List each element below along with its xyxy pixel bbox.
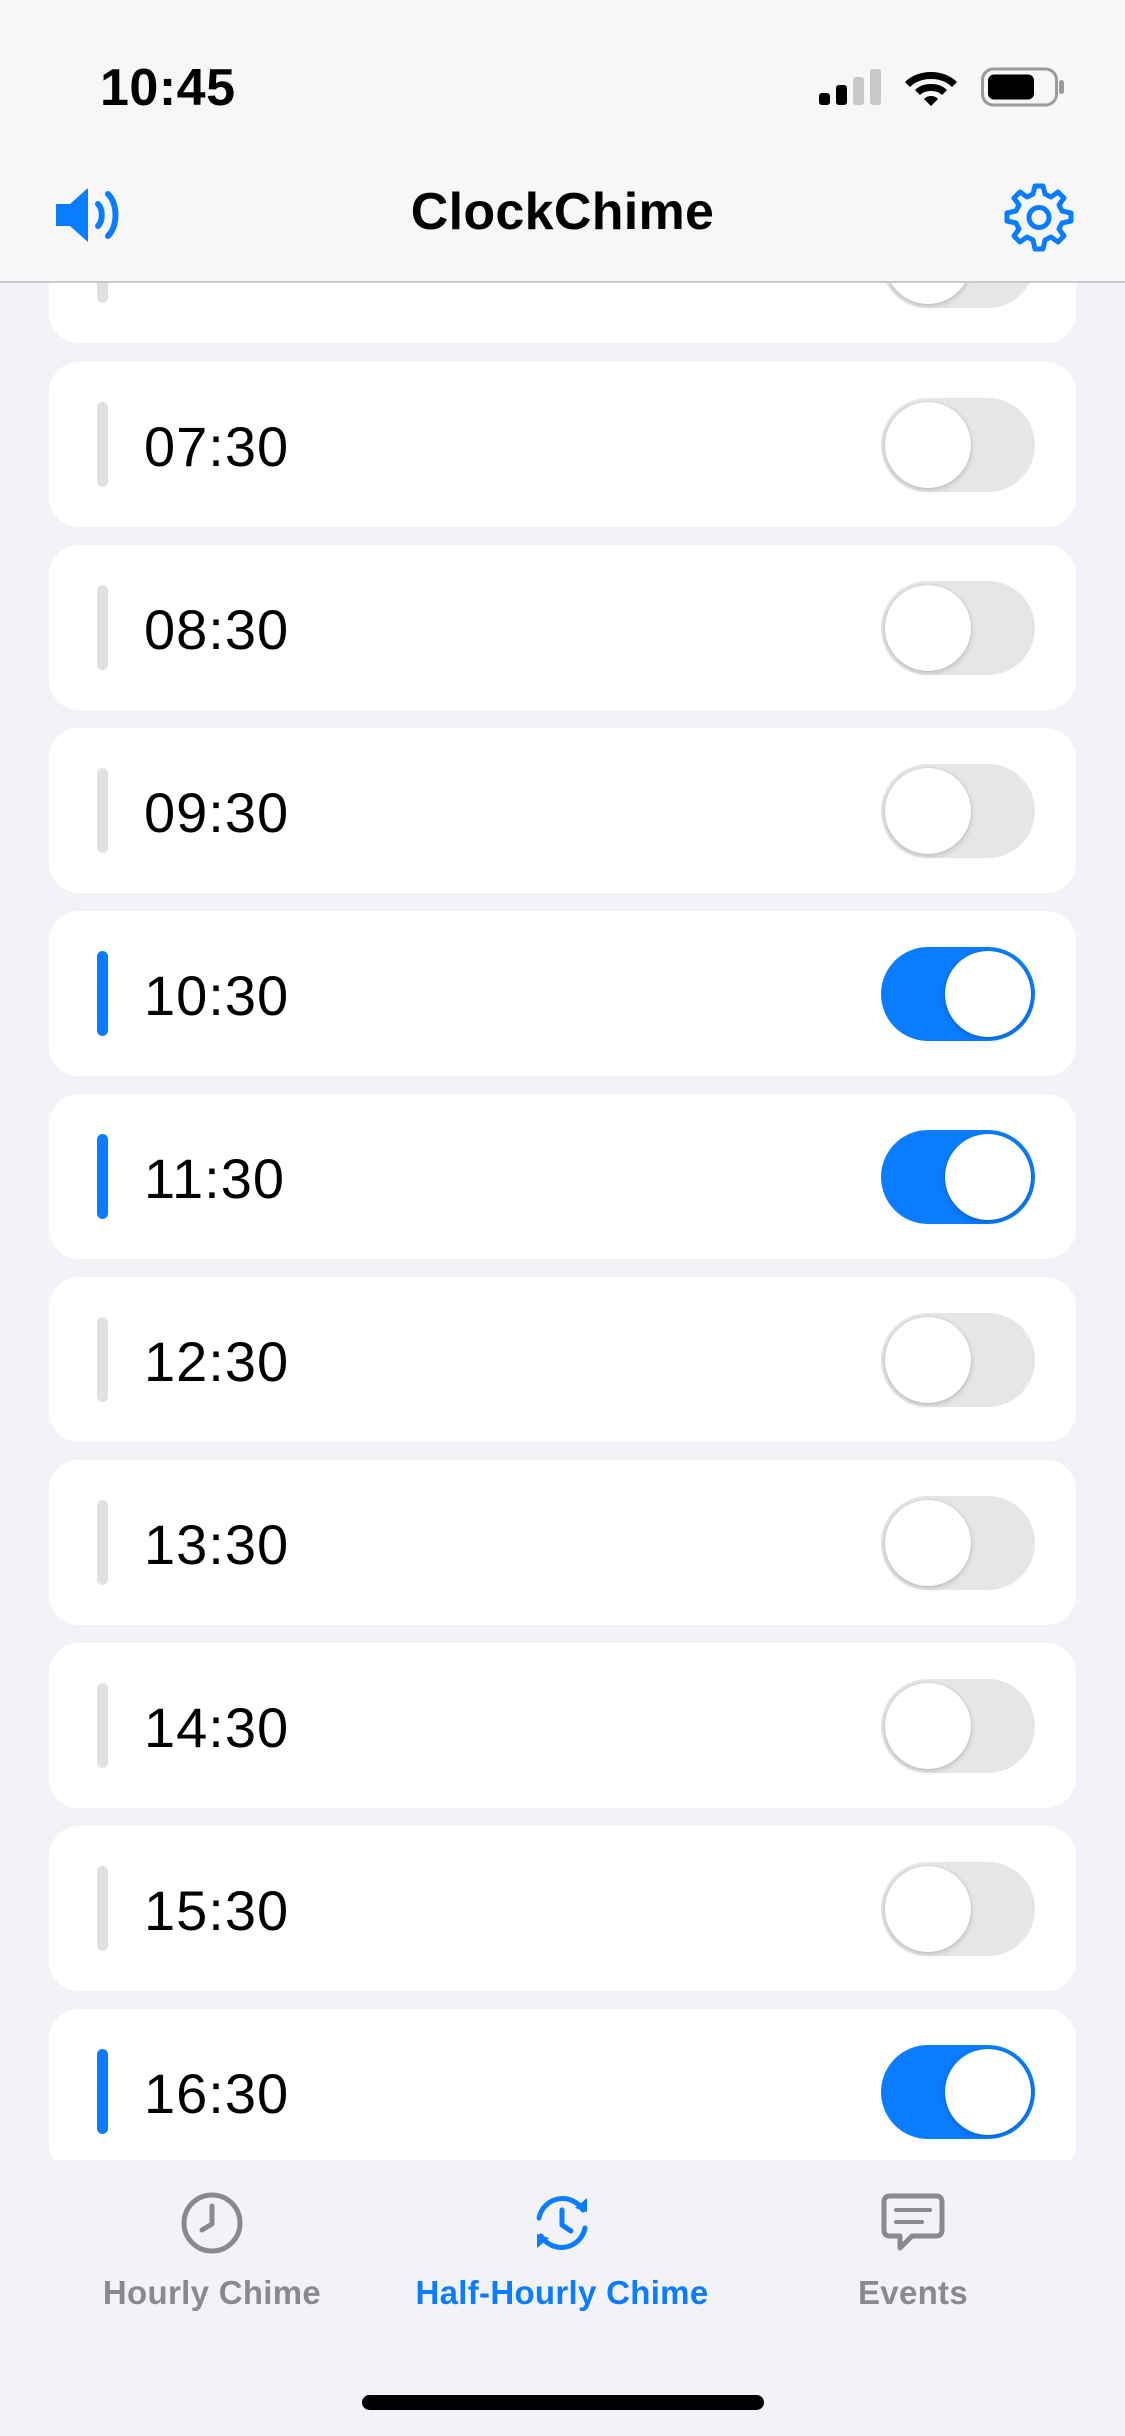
toggle-knob: [885, 585, 971, 671]
row-time-label: 13:30: [144, 1513, 290, 1576]
clock-icon: [181, 2192, 243, 2254]
chime-row: 11:30: [49, 1094, 1076, 1259]
row-toggle[interactable]: [881, 1679, 1035, 1773]
toggle-knob: [885, 402, 971, 488]
row-indicator: [97, 1683, 108, 1768]
row-toggle[interactable]: [881, 1496, 1035, 1590]
toggle-knob: [945, 951, 1031, 1037]
row-toggle[interactable]: [881, 398, 1035, 492]
row-time-label: 07:30: [144, 415, 290, 478]
row-time-label: 12:30: [144, 1330, 290, 1393]
chime-row: 09:30: [49, 728, 1076, 893]
toggle-knob: [945, 2049, 1031, 2135]
toggle-knob: [945, 1134, 1031, 1220]
status-time: 10:45: [100, 59, 236, 117]
home-indicator: [362, 2395, 764, 2410]
chime-row: 07:30: [49, 362, 1076, 527]
row-time-label: 16:30: [144, 2062, 290, 2125]
row-time-label: 15:30: [144, 1879, 290, 1942]
status-icons: [819, 62, 1065, 112]
row-time-label: 14:30: [144, 1696, 290, 1759]
cellular-signal-icon: [819, 69, 881, 105]
row-indicator: [97, 1866, 108, 1951]
toggle-knob: [885, 1317, 971, 1403]
row-indicator: [97, 951, 108, 1036]
row-toggle[interactable]: [881, 1313, 1035, 1407]
toggle-knob: [885, 1866, 971, 1952]
row-indicator: [97, 585, 108, 670]
row-indicator: [97, 2049, 108, 2134]
row-time-label: 11:30: [144, 1147, 285, 1210]
tab-label: Hourly Chime: [102, 2274, 322, 2311]
row-time-label: 09:30: [144, 781, 290, 844]
row-indicator: [97, 402, 108, 487]
screen: 06:30 07:30 08:30 09:30 10:30 11:30: [0, 0, 1125, 2436]
tab-hourly-chime[interactable]: Hourly Chime: [32, 2188, 392, 2312]
row-toggle[interactable]: [881, 581, 1035, 675]
row-indicator: [97, 768, 108, 853]
gear-icon: [1004, 183, 1074, 252]
row-toggle[interactable]: [881, 764, 1035, 858]
row-toggle[interactable]: [881, 947, 1035, 1041]
chime-row: 10:30: [49, 911, 1076, 1076]
header: 10:45 ClockChime: [0, 0, 1125, 283]
toggle-knob: [885, 1683, 971, 1769]
settings-button[interactable]: [999, 180, 1079, 260]
chime-row: 14:30: [49, 1643, 1076, 1808]
wifi-icon: [905, 72, 957, 106]
chime-row: 13:30: [49, 1460, 1076, 1625]
message-icon: [881, 2193, 945, 2251]
row-time-label: 08:30: [144, 598, 290, 661]
row-indicator: [97, 1317, 108, 1402]
tab-half-hourly-chime[interactable]: Half-Hourly Chime: [382, 2188, 742, 2312]
clock-refresh-icon: [536, 2196, 588, 2250]
tab-label: Half-Hourly Chime: [415, 2274, 709, 2311]
chime-row: 15:30: [49, 1826, 1076, 1991]
toggle-knob: [885, 768, 971, 854]
tab-events[interactable]: Events: [733, 2188, 1093, 2312]
half-hourly-list[interactable]: 06:30 07:30 08:30 09:30 10:30 11:30: [0, 0, 1125, 2160]
tab-label: Events: [857, 2274, 969, 2311]
row-indicator: [97, 1500, 108, 1585]
chime-row: 08:30: [49, 545, 1076, 710]
chime-row: 12:30: [49, 1277, 1076, 1442]
row-toggle[interactable]: [881, 1862, 1035, 1956]
row-time-label: 10:30: [144, 964, 290, 1027]
row-toggle[interactable]: [881, 2045, 1035, 2139]
chime-row: 16:30: [49, 2009, 1076, 2160]
row-indicator: [97, 1134, 108, 1219]
toggle-knob: [885, 1500, 971, 1586]
row-toggle[interactable]: [881, 1130, 1035, 1224]
page-title: ClockChime: [410, 183, 715, 241]
battery-icon: [981, 67, 1064, 107]
